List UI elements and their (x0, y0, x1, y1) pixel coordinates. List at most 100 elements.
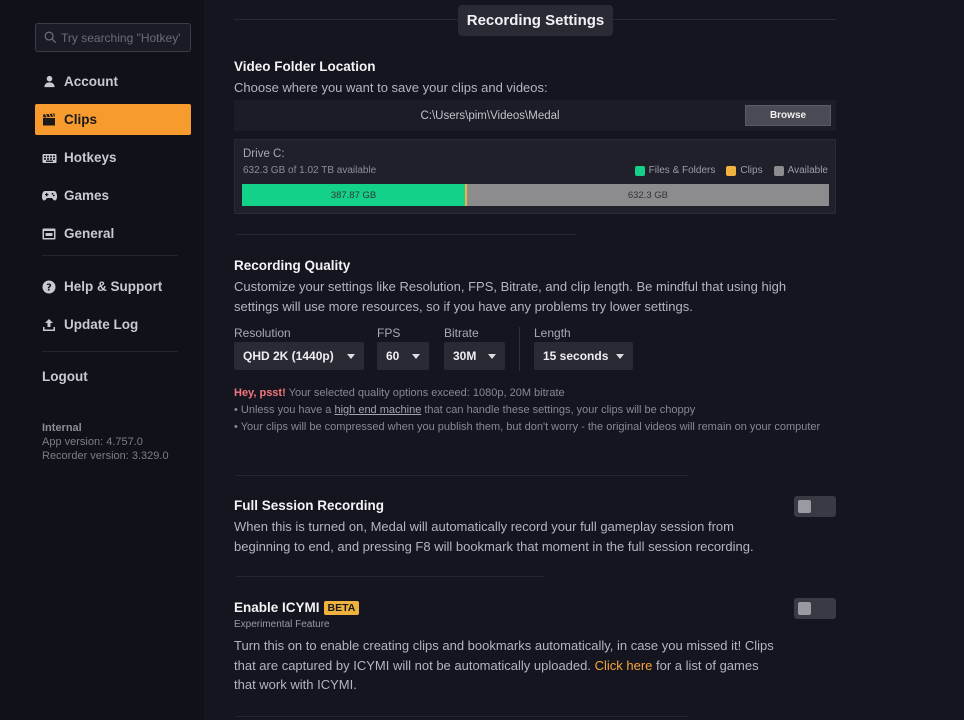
sidebar-item-label: Help & Support (64, 279, 163, 294)
video-folder-description: Choose where you want to save your clips… (234, 80, 548, 95)
logout-link[interactable]: Logout (42, 369, 88, 384)
search-icon (44, 31, 57, 44)
beta-badge: BETA (323, 601, 360, 615)
legend-label: Clips (740, 165, 763, 176)
storage-legend: Files & Folders Clips Available (624, 165, 828, 176)
files-size-label: 387.87 GB (330, 189, 377, 201)
settings-panel: Recording Settings Video Folder Location… (234, 0, 836, 720)
clapperboard-icon (41, 112, 57, 128)
sidebar-item-help-support[interactable]: ? Help & Support (35, 271, 191, 302)
bullet-text: • Unless you have a (234, 404, 335, 416)
storage-segment-available: 632.3 GB (467, 184, 829, 206)
chevron-down-icon (347, 354, 355, 359)
full-session-description: When this is turned on, Medal will autom… (234, 519, 754, 554)
warning-bullet: • Unless you have a high end machine tha… (234, 402, 824, 419)
legend-swatch (726, 165, 737, 176)
legend-swatch (634, 165, 645, 176)
chevron-down-icon (488, 354, 496, 359)
keyboard-icon (41, 150, 57, 166)
warning-line: Hey, psst! Your selected quality options… (234, 385, 824, 402)
icymi-description: Turn this on to enable creating clips an… (234, 636, 779, 695)
full-session-title: Full Session Recording (234, 498, 385, 513)
sidebar-divider (42, 351, 178, 352)
help-circle-icon: ? (41, 279, 57, 295)
page-title: Recording Settings (458, 5, 613, 36)
sidebar-item-hotkeys[interactable]: Hotkeys (35, 142, 191, 173)
legend-clips: Clips (726, 165, 763, 176)
sidebar-item-update-log[interactable]: Update Log (35, 309, 191, 340)
sidebar-item-label: Clips (64, 112, 98, 127)
sidebar-divider (42, 255, 178, 256)
legend-available: Available (773, 165, 828, 176)
storage-segment-files: 387.87 GB (242, 184, 466, 206)
icymi-title-text: Enable ICYMI (234, 600, 320, 615)
sidebar: Account Clips Hotkeys Games General ? He… (0, 0, 204, 720)
search-input[interactable] (61, 30, 181, 45)
resolution-select[interactable]: QHD 2K (1440p) (234, 342, 364, 370)
legend-label: Available (787, 165, 828, 176)
sidebar-item-label: Account (64, 74, 118, 89)
user-icon (41, 74, 57, 90)
recorder-version: Recorder version: 3.329.0 (42, 450, 169, 462)
length-label: Length (534, 326, 571, 340)
length-select[interactable]: 15 seconds (534, 342, 633, 370)
sidebar-item-account[interactable]: Account (35, 66, 191, 97)
icymi-toggle[interactable] (794, 598, 836, 619)
bitrate-value: 30M (453, 349, 477, 363)
toggle-knob (798, 602, 811, 615)
quality-warning: Hey, psst! Your selected quality options… (234, 385, 824, 436)
icymi-title: Enable ICYMI BETA (234, 600, 360, 615)
build-channel: Internal (42, 422, 82, 434)
high-end-machine-link[interactable]: high end machine (334, 404, 421, 416)
experimental-label: Experimental Feature (234, 619, 330, 630)
sidebar-item-label: General (64, 226, 115, 241)
quality-title: Recording Quality (234, 258, 351, 273)
storage-bar: 387.87 GB 632.3 GB (242, 184, 829, 206)
sidebar-item-games[interactable]: Games (35, 180, 191, 211)
fps-label: FPS (377, 326, 401, 340)
sidebar-item-label: Hotkeys (64, 150, 117, 165)
warning-prefix: Hey, psst! (234, 387, 286, 399)
folder-path: C:\Users\pim\Videos\Medal (420, 109, 560, 122)
legend-label: Files & Folders (648, 165, 716, 176)
quality-description: Customize your settings like Resolution,… (234, 279, 787, 314)
sidebar-item-clips[interactable]: Clips (35, 104, 191, 135)
drive-usage-panel: Drive C: 632.3 GB of 1.02 TB available F… (234, 139, 836, 214)
section-divider (236, 716, 688, 717)
bullet-text: that can handle these settings, your cli… (421, 404, 696, 416)
upload-icon (41, 317, 57, 333)
full-session-toggle[interactable] (794, 496, 836, 517)
field-separator (519, 327, 520, 371)
sidebar-item-general[interactable]: General (35, 218, 191, 249)
browse-button[interactable]: Browse (745, 105, 831, 126)
bitrate-label: Bitrate (444, 326, 479, 340)
resolution-label: Resolution (234, 326, 291, 340)
warning-bullet: • Your clips will be compressed when you… (234, 421, 821, 433)
icymi-games-link[interactable]: Click here (595, 658, 653, 673)
toggle-knob (798, 500, 811, 513)
bitrate-select[interactable]: 30M (444, 342, 505, 370)
folder-path-bar: C:\Users\pim\Videos\Medal Browse (234, 100, 836, 131)
sidebar-item-label: Games (64, 188, 110, 203)
gamepad-icon (41, 188, 57, 204)
fps-value: 60 (386, 349, 400, 363)
drive-label: Drive C: (243, 148, 285, 160)
app-version: App version: 4.757.0 (42, 436, 143, 448)
video-folder-title: Video Folder Location (234, 59, 376, 74)
section-divider (236, 576, 544, 577)
section-divider (236, 234, 576, 235)
fps-select[interactable]: 60 (377, 342, 429, 370)
length-value: 15 seconds (543, 349, 609, 363)
search-box[interactable] (35, 23, 191, 52)
chevron-down-icon (616, 354, 624, 359)
legend-files: Files & Folders (634, 165, 716, 176)
chevron-down-icon (412, 354, 420, 359)
svg-text:?: ? (46, 282, 52, 293)
sidebar-item-label: Update Log (64, 317, 139, 332)
drive-summary: 632.3 GB of 1.02 TB available (243, 165, 377, 176)
available-size-label: 632.3 GB (627, 189, 668, 201)
window-icon (41, 226, 57, 242)
warning-text: Your selected quality options exceed: 10… (285, 387, 565, 399)
resolution-value: QHD 2K (1440p) (243, 349, 334, 363)
section-divider (236, 475, 688, 476)
